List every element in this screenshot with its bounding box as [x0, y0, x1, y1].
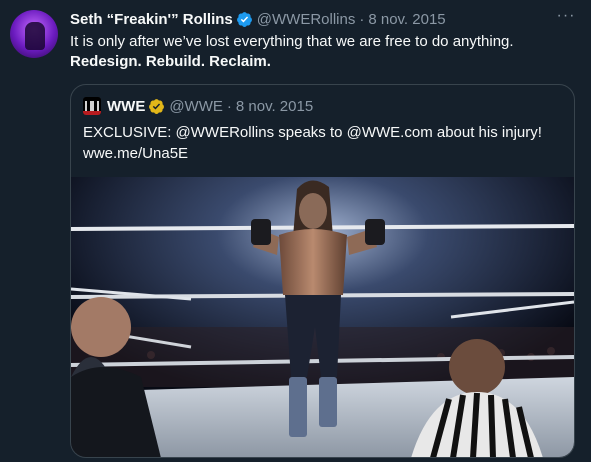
quoted-author-handle: @WWE	[169, 97, 223, 115]
quoted-tweet[interactable]: WWE @WWE · 8 nov. 2015 EXCLUSIVE: @WWERo…	[70, 84, 575, 458]
quoted-text-line-2: wwe.me/Una5E	[83, 145, 189, 162]
quoted-tweet-text: EXCLUSIVE: @WWERollins speaks to @WWE.co…	[83, 122, 563, 164]
photo-illustration	[71, 177, 574, 457]
tweet-date[interactable]: 8 nov. 2015	[368, 11, 445, 28]
tweet-text-line-2: Redesign. Rebuild. Reclaim.	[70, 53, 271, 70]
quoted-author-name: WWE	[107, 97, 146, 115]
gold-verified-badge-icon	[149, 98, 165, 114]
author-name[interactable]: Seth “Freakin'” Rollins	[70, 11, 233, 28]
separator-dot: ·	[226, 97, 232, 115]
quoted-text-line-1: EXCLUSIVE: @WWERollins speaks to @WWE.co…	[83, 124, 542, 141]
wwe-logo-icon	[83, 97, 101, 115]
tweet-text: It is only after we’ve lost everything t…	[70, 32, 576, 72]
avatar-figure	[25, 22, 45, 50]
wrestler-ring-photo[interactable]	[71, 177, 574, 457]
tweet[interactable]: Seth “Freakin'” Rollins @WWERollins · 8 …	[70, 8, 576, 72]
separator-dot: ·	[359, 10, 365, 28]
tweet-header: Seth “Freakin'” Rollins @WWERollins · 8 …	[70, 9, 576, 29]
author-handle[interactable]: @WWERollins	[257, 11, 356, 28]
tweet-text-line-1: It is only after we’ve lost everything t…	[70, 33, 514, 50]
verified-badge-icon	[236, 11, 252, 27]
quoted-tweet-date: 8 nov. 2015	[235, 97, 314, 115]
avatar[interactable]	[10, 10, 58, 58]
quoted-tweet-header: WWE @WWE · 8 nov. 2015	[83, 96, 313, 116]
more-icon[interactable]: ···	[556, 8, 576, 29]
